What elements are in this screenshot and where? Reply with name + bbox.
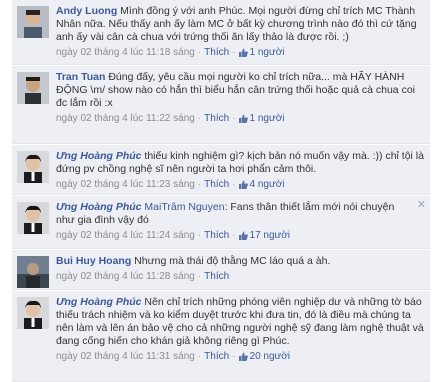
thumbs-up-icon [238, 48, 248, 61]
like-count-label: 1 người [249, 47, 285, 58]
like-count[interactable]: 17 người [238, 230, 291, 244]
comment-meta: ngày 02 tháng 4 lúc 11:23 sáng · Thích · 4 n… [56, 178, 424, 193]
comment-author[interactable]: Ưng Hoàng Phúc [56, 296, 142, 308]
comment-item: Andy Luong Mình đồng ý với anh Phúc. Mọi… [12, 0, 430, 65]
comment-meta: ngày 02 tháng 4 lúc 11:24 sáng · Thích · 17 … [56, 229, 410, 244]
like-button[interactable]: Thích [204, 113, 229, 124]
comment-author[interactable]: Ưng Hoàng Phúc [56, 201, 142, 213]
comment-meta: ngày 02 tháng 4 lúc 11:28 sáng · Thích [56, 271, 230, 282]
comment-time[interactable]: ngày 02 tháng 4 lúc 11:24 sáng [56, 230, 195, 241]
comment-item: Tran Tuan Đúng đấy, yêu cầu mọi người ko… [12, 66, 430, 144]
like-count[interactable]: 4 người [238, 179, 285, 193]
comment-text: Đúng đấy, yêu cầu mọi người ko chỉ trích… [56, 71, 415, 109]
comment-item: Ưng Hoàng Phúc Nên chỉ trích những phóng… [12, 291, 430, 382]
like-button[interactable]: Thích [204, 230, 229, 241]
comment-meta: ngày 02 tháng 4 lúc 11:22 sáng · Thích · 1 n… [56, 112, 424, 127]
like-count-label: 1 người [249, 113, 285, 124]
avatar[interactable] [17, 202, 49, 234]
comment-author[interactable]: Ưng Hoàng Phúc [56, 150, 142, 162]
like-count-label: 17 người [249, 230, 291, 241]
avatar[interactable] [17, 256, 49, 288]
like-button[interactable]: Thích [204, 271, 229, 282]
comment-meta: ngày 02 tháng 4 lúc 11:31 sáng · Thích · 20 … [56, 350, 424, 365]
comment-time[interactable]: ngày 02 tháng 4 lúc 11:31 sáng [56, 351, 195, 362]
thumbs-up-icon [238, 352, 248, 365]
thumbs-up-icon [238, 180, 248, 193]
like-button[interactable]: Thích [204, 179, 229, 190]
like-count-label: 4 người [249, 179, 285, 190]
avatar[interactable] [17, 151, 49, 183]
comment-item: ✕ Ưng Hoàng Phúc MaiTrâm Nguyen: Fans th… [12, 196, 430, 249]
thumbs-up-icon [238, 114, 248, 127]
like-button[interactable]: Thích [204, 47, 229, 58]
comment-item: Ưng Hoàng Phúc thiếu kinh nghiệm gì? kịc… [12, 145, 430, 195]
like-count[interactable]: 1 người [238, 47, 285, 61]
comment-meta: ngày 02 tháng 4 lúc 11:18 sáng · Thích · 1 n… [56, 46, 424, 61]
comment-time[interactable]: ngày 02 tháng 4 lúc 11:22 sáng [56, 113, 195, 124]
thumbs-up-icon [238, 231, 248, 244]
like-count-label: 20 người [249, 351, 291, 362]
like-button[interactable]: Thích [204, 351, 229, 362]
avatar[interactable] [17, 72, 49, 104]
comment-feed: Andy Luong Mình đồng ý với anh Phúc. Mọi… [0, 0, 440, 382]
comment-author[interactable]: Tran Tuan [56, 71, 105, 83]
comment-text: Nhưng mà thái độ thằng MC láo quá a àh. [134, 255, 331, 267]
avatar[interactable] [17, 297, 49, 329]
comment-time[interactable]: ngày 02 tháng 4 lúc 11:18 sáng [56, 47, 195, 58]
comment-item: Bui Huy Hoang Nhưng mà thái độ thằng MC … [12, 250, 430, 290]
comment-time[interactable]: ngày 02 tháng 4 lúc 11:23 sáng [56, 179, 195, 190]
comment-author[interactable]: Andy Luong [56, 5, 117, 17]
mention-link[interactable]: MaiTrâm Nguyen [144, 201, 224, 213]
avatar[interactable] [17, 6, 49, 38]
comment-author[interactable]: Bui Huy Hoang [56, 255, 131, 267]
close-icon[interactable]: ✕ [417, 200, 426, 211]
like-count[interactable]: 1 người [238, 113, 285, 127]
like-count[interactable]: 20 người [238, 351, 291, 365]
comment-time[interactable]: ngày 02 tháng 4 lúc 11:28 sáng [56, 271, 195, 282]
